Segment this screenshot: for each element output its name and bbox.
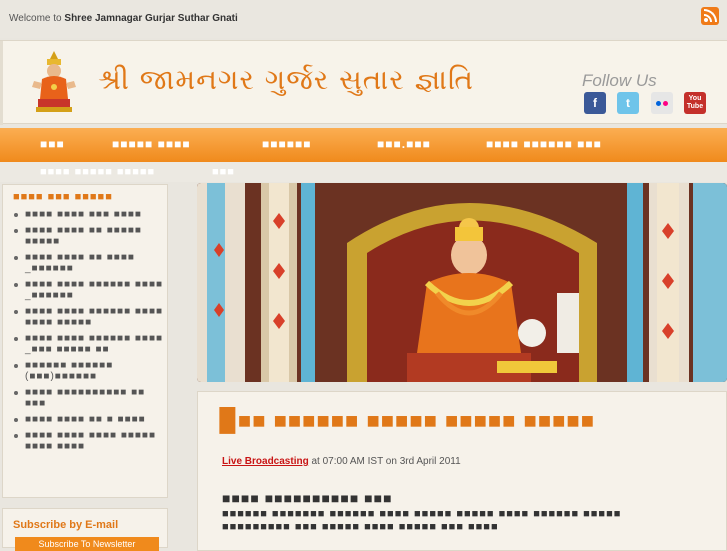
- sidebar-link[interactable]: ■■■■ ■■■■ ■■■ ■■■■: [14, 209, 165, 220]
- sidebar-link[interactable]: ■■■■ ■■■■■■■■■■ ■■ ■■■: [14, 387, 165, 409]
- site-header: શ્રી જામનગર ગુર્જર સુતાર જ્ઞાતિ Follow U…: [0, 40, 727, 125]
- top-bar: Welcome to Shree Jamnagar Gurjar Suthar …: [0, 0, 727, 38]
- sidebar-link[interactable]: ■■■■ ■■■■ ■■■■■■ ■■■■ _■■■■■■: [14, 279, 165, 301]
- welcome-prefix: Welcome to: [9, 13, 62, 24]
- sidebar-link[interactable]: ■■■■ ■■■■ ■■ ■■■■ _■■■■■■: [14, 252, 165, 274]
- nav-item-7[interactable]: ■■■: [212, 166, 235, 178]
- nav-item-3[interactable]: ■■■■■■: [262, 137, 312, 151]
- youtube-icon[interactable]: You Tube: [684, 92, 706, 114]
- post-heading: ■■■■ ■■■■■■■■■■ ■■■: [222, 490, 393, 506]
- sidebar-link[interactable]: ■■■■ ■■■■ ■■■■■■ ■■■■ _■■■ ■■■■■ ■■: [14, 333, 165, 355]
- post-body: ■■■■■■ ■■■■■■■ ■■■■■■ ■■■■ ■■■■■ ■■■■■ ■…: [222, 508, 622, 533]
- facebook-glyph: f: [593, 96, 597, 110]
- deity-logo[interactable]: [28, 49, 80, 113]
- flickr-icon[interactable]: [651, 92, 673, 114]
- subscribe-button[interactable]: Subscribe To Newsletter: [15, 537, 159, 551]
- youtube-glyph-top: You: [688, 95, 702, 102]
- sidebar-link[interactable]: ■■■■■■ ■■■■■■ (■■■)■■■■■■: [14, 360, 165, 382]
- sidebar-link[interactable]: ■■■■ ■■■■ ■■ ■■■■■ ■■■■■: [14, 225, 165, 247]
- nav-item-4[interactable]: ■■■.■■■: [377, 137, 431, 151]
- youtube-glyph-bottom: Tube: [686, 103, 704, 110]
- sidebar-list: ■■■■ ■■■■ ■■■ ■■■■ ■■■■ ■■■■ ■■ ■■■■■ ■■…: [14, 209, 165, 457]
- nav-item-5[interactable]: ■■■■ ■■■■■■ ■■■: [486, 137, 602, 151]
- sidebar-link[interactable]: ■■■■ ■■■■ ■■ ■ ■■■■: [14, 414, 165, 425]
- twitter-glyph: t: [626, 96, 630, 110]
- subscribe-widget: Subscribe by E-mail Subscribe To Newslet…: [2, 508, 168, 551]
- welcome-site-name: Shree Jamnagar Gurjar Suthar Gnati: [64, 13, 238, 24]
- twitter-icon[interactable]: t: [617, 92, 639, 114]
- main-nav: ■■■ ■■■■■ ■■■■ ■■■■■■ ■■■.■■■ ■■■■ ■■■■■…: [0, 128, 727, 162]
- nav-item-6[interactable]: ■■■■ ■■■■■ ■■■■■: [40, 166, 155, 178]
- post-article: ▉■■ ■■■■■■ ■■■■■ ■■■■■ ■■■■■ Live Broadc…: [197, 391, 727, 551]
- sidebar-link[interactable]: ■■■■ ■■■■ ■■■■■■ ■■■■ ■■■■ ■■■■■: [14, 306, 165, 328]
- temple-banner-image: [197, 183, 727, 382]
- post-meta: Live Broadcasting at 07:00 AM IST on 3rd…: [222, 456, 461, 467]
- sidebar: ■■■■ ■■■ ■■■■■ ■■■■ ■■■■ ■■■ ■■■■ ■■■■ ■…: [2, 184, 168, 498]
- site-title[interactable]: શ્રી જામનગર ગુર્જર સુતાર જ્ઞાતિ: [98, 63, 474, 97]
- nav-item-2[interactable]: ■■■■■ ■■■■: [112, 137, 191, 151]
- welcome-text: Welcome to Shree Jamnagar Gurjar Suthar …: [9, 13, 238, 24]
- follow-us-label: Follow Us: [582, 71, 657, 90]
- rss-icon[interactable]: [701, 7, 719, 25]
- facebook-icon[interactable]: f: [584, 92, 606, 114]
- subscribe-title: Subscribe by E-mail: [13, 519, 119, 531]
- nav-item-1[interactable]: ■■■: [40, 137, 65, 151]
- post-title[interactable]: ▉■■ ■■■■■■ ■■■■■ ■■■■■ ■■■■■: [220, 408, 720, 434]
- post-date-text: at 07:00 AM IST on 3rd April 2011: [311, 456, 461, 467]
- secondary-nav: ■■■■ ■■■■■ ■■■■■ ■■■: [0, 162, 727, 182]
- live-broadcasting-link[interactable]: Live Broadcasting: [222, 456, 309, 467]
- sidebar-title: ■■■■ ■■■ ■■■■■: [13, 191, 113, 203]
- sidebar-link[interactable]: ■■■■ ■■■■ ■■■■ ■■■■■ ■■■■ ■■■■: [14, 430, 165, 452]
